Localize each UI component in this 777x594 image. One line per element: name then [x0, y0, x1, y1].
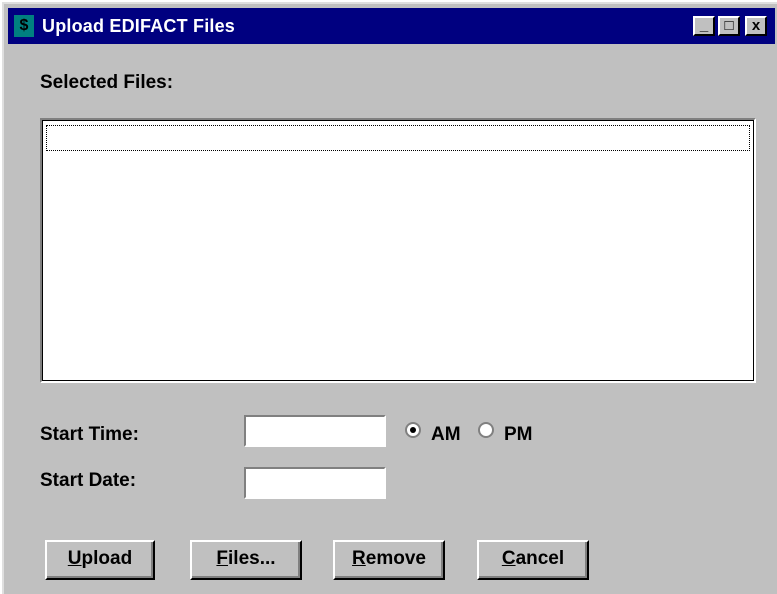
start-date-label: Start Date: — [40, 470, 137, 491]
upload-label: pload — [81, 548, 133, 569]
remove-mnemonic: R — [352, 548, 366, 569]
am-radio[interactable] — [405, 422, 421, 438]
title-bar[interactable]: $ Upload EDIFACT Files _ □ x — [8, 8, 775, 44]
files-mnemonic: F — [216, 548, 229, 569]
pm-label[interactable]: PM — [504, 424, 533, 446]
window-title: Upload EDIFACT Files — [42, 16, 236, 36]
remove-label: emove — [365, 548, 426, 569]
maximize-button[interactable]: □ — [718, 16, 740, 36]
list-focus-row[interactable] — [46, 125, 750, 151]
start-time-input[interactable] — [244, 415, 386, 447]
start-date-input[interactable] — [244, 467, 386, 499]
upload-mnemonic: U — [67, 548, 82, 569]
close-button[interactable]: x — [745, 16, 767, 36]
selected-files-label: Selected Files: — [40, 72, 174, 93]
cancel-button[interactable]: Cancel — [477, 540, 589, 580]
files-button[interactable]: Files... — [190, 540, 302, 580]
upload-button[interactable]: Upload — [45, 540, 155, 580]
am-label[interactable]: AM — [431, 424, 461, 446]
app-icon[interactable]: $ — [14, 15, 34, 37]
selected-files-list[interactable] — [40, 118, 756, 383]
start-time-label: Start Time: — [40, 424, 139, 445]
files-label: iles... — [228, 548, 276, 569]
am-radio-dot — [410, 427, 416, 433]
pm-radio[interactable] — [478, 422, 494, 438]
cancel-mnemonic: C — [501, 548, 516, 569]
remove-button[interactable]: Remove — [333, 540, 445, 580]
cancel-label: ancel — [515, 548, 565, 569]
minimize-button[interactable]: _ — [693, 16, 715, 36]
